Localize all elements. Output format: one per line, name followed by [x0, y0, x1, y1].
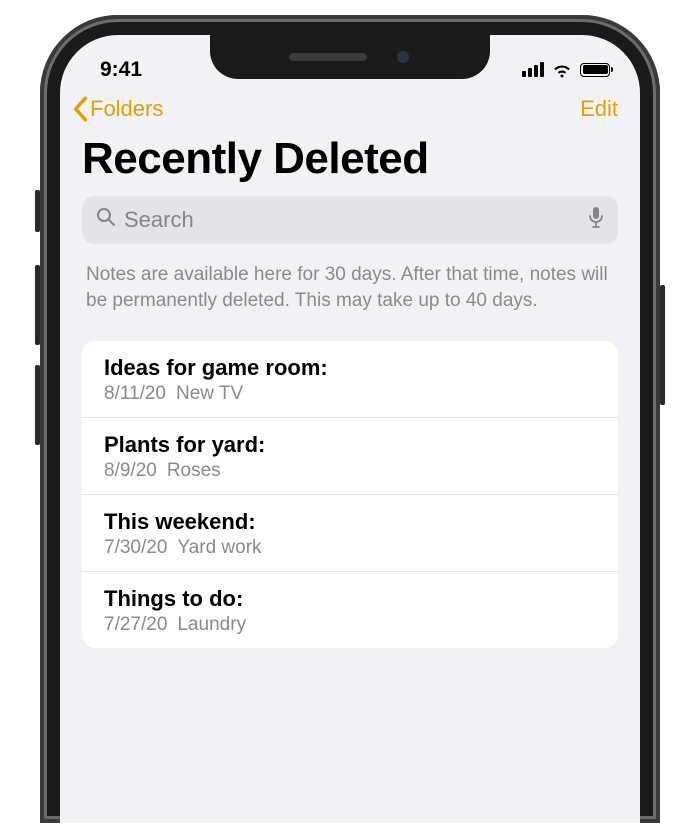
screen: 9:41 Folders — [60, 35, 640, 823]
note-title: Plants for yard: — [104, 432, 596, 458]
notch — [210, 35, 490, 79]
note-row[interactable]: This weekend: 7/30/20Yard work — [82, 495, 618, 572]
note-subtitle: 8/11/20New TV — [104, 383, 596, 405]
search-placeholder: Search — [124, 207, 580, 233]
battery-icon — [580, 63, 610, 77]
notes-list: Ideas for game room: 8/11/20New TV Plant… — [82, 341, 618, 648]
phone-frame: 9:41 Folders — [40, 15, 660, 823]
note-title: This weekend: — [104, 509, 596, 535]
back-button[interactable]: Folders — [72, 96, 163, 122]
page-title: Recently Deleted — [60, 130, 640, 196]
note-row[interactable]: Ideas for game room: 8/11/20New TV — [82, 341, 618, 418]
status-indicators — [522, 62, 625, 78]
cellular-signal-icon — [522, 62, 544, 77]
search-icon — [96, 207, 116, 233]
app-content: Folders Edit Recently Deleted Search Not… — [60, 90, 640, 823]
edit-button[interactable]: Edit — [580, 96, 618, 122]
note-row[interactable]: Plants for yard: 8/9/20Roses — [82, 418, 618, 495]
speaker-grill — [289, 53, 367, 61]
back-label: Folders — [90, 96, 163, 122]
navigation-bar: Folders Edit — [60, 90, 640, 130]
note-title: Ideas for game room: — [104, 355, 596, 381]
microphone-icon[interactable] — [588, 206, 604, 234]
note-subtitle: 7/30/20Yard work — [104, 537, 596, 559]
phone-device: 9:41 Folders — [40, 15, 660, 823]
chevron-left-icon — [72, 96, 88, 122]
info-text: Notes are available here for 30 days. Af… — [60, 244, 640, 341]
note-subtitle: 7/27/20Laundry — [104, 614, 596, 636]
status-time: 9:41 — [100, 58, 142, 82]
wifi-icon — [551, 62, 573, 78]
note-subtitle: 8/9/20Roses — [104, 460, 596, 482]
search-field[interactable]: Search — [82, 196, 618, 244]
note-row[interactable]: Things to do: 7/27/20Laundry — [82, 572, 618, 648]
power-button — [660, 285, 665, 405]
front-camera — [395, 49, 411, 65]
note-title: Things to do: — [104, 586, 596, 612]
